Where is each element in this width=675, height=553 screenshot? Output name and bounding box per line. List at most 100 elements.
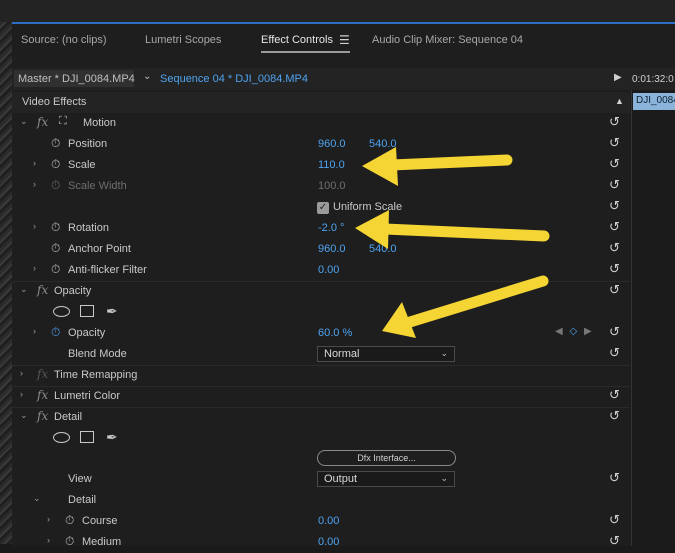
tab-source[interactable]: Source: (no clips) [21, 34, 107, 46]
timeline-clip[interactable]: DJI_0084 [633, 93, 675, 110]
stopwatch-icon[interactable]: ⏱ [51, 262, 60, 277]
uniform-scale-label[interactable]: Uniform Scale [333, 201, 402, 213]
tab-audio-clip-mixer[interactable]: Audio Clip Mixer: Sequence 04 [372, 34, 523, 46]
chevron-down-icon: ⌄ [440, 473, 448, 483]
ellipse-mask-icon[interactable] [53, 432, 70, 443]
collapse-up-icon[interactable]: ▲ [615, 96, 624, 106]
course-value[interactable]: 0.00 [318, 515, 339, 527]
property-label: View [68, 473, 92, 485]
effect-row-time-remapping[interactable]: › fx Time Remapping [12, 365, 630, 386]
transform-icon[interactable]: ⛶ [59, 115, 67, 128]
reset-icon[interactable]: ↺ [609, 198, 620, 214]
sequence-clip-label[interactable]: Sequence 04 * DJI_0084.MP4 [160, 73, 308, 85]
reset-icon[interactable]: ↺ [609, 387, 620, 403]
window-top-bar [0, 0, 675, 22]
fx-toggle-icon[interactable]: fx [37, 115, 48, 129]
position-y-value[interactable]: 540.0 [369, 138, 397, 150]
fx-toggle-icon[interactable]: fx [37, 283, 48, 297]
reset-icon[interactable]: ↺ [609, 470, 620, 486]
effect-row-lumetri-color[interactable]: › fx Lumetri Color ↺ [12, 386, 630, 407]
expand-chevron-icon[interactable]: › [33, 326, 36, 336]
play-icon[interactable]: ▶ [614, 72, 622, 83]
mask-tools-detail: ✒ [12, 428, 630, 449]
property-scale-width: › ⏱ Scale Width 100.0 ↺ [12, 176, 630, 197]
anti-flicker-value[interactable]: 0.00 [318, 264, 339, 276]
scale-value[interactable]: 110.0 [318, 159, 345, 171]
effect-row-opacity[interactable]: ⌄ fx Opacity ↺ [12, 281, 630, 302]
chevron-down-icon[interactable]: ⌄ [143, 71, 151, 82]
reset-icon[interactable]: ↺ [609, 345, 620, 361]
expand-chevron-icon[interactable]: › [33, 158, 36, 168]
rectangle-mask-icon[interactable] [80, 305, 94, 317]
reset-icon[interactable]: ↺ [609, 512, 620, 528]
anchor-x-value[interactable]: 960.0 [318, 243, 346, 255]
reset-icon[interactable]: ↺ [609, 156, 620, 172]
reset-icon[interactable]: ↺ [609, 135, 620, 151]
rotation-value[interactable]: -2.0 ° [318, 222, 344, 234]
add-keyframe-icon[interactable]: ◇ [569, 326, 577, 337]
expand-chevron-icon[interactable]: › [33, 179, 36, 189]
reset-icon[interactable]: ↺ [609, 240, 620, 256]
previous-keyframe-icon[interactable]: ◀ [555, 326, 563, 337]
panel-menu-icon[interactable]: ☰ [339, 33, 350, 47]
tab-effect-controls[interactable]: Effect Controls [261, 34, 333, 46]
tab-lumetri-scopes[interactable]: Lumetri Scopes [145, 34, 221, 46]
reset-icon[interactable]: ↺ [609, 282, 620, 298]
effect-row-detail[interactable]: ⌄ fx Detail ↺ [12, 407, 630, 428]
expand-chevron-icon[interactable]: ⌄ [20, 116, 28, 127]
position-x-value[interactable]: 960.0 [318, 138, 346, 150]
property-label: Scale Width [68, 180, 127, 192]
expand-chevron-icon[interactable]: › [33, 263, 36, 273]
expand-chevron-icon[interactable]: › [33, 221, 36, 231]
reset-icon[interactable]: ↺ [609, 324, 620, 340]
source-selector-bar: Master * DJI_0084.MP4 ⌄ Sequence 04 * DJ… [12, 68, 675, 90]
opacity-value[interactable]: 60.0 % [318, 327, 352, 339]
fx-toggle-icon[interactable]: fx [37, 388, 48, 402]
group-detail[interactable]: ⌄ Detail [12, 490, 630, 511]
anchor-y-value[interactable]: 540.0 [369, 243, 397, 255]
stopwatch-icon[interactable]: ⏱ [65, 534, 74, 549]
medium-value[interactable]: 0.00 [318, 536, 339, 548]
pen-mask-icon[interactable]: ✒ [106, 303, 118, 320]
reset-icon[interactable]: ↺ [609, 177, 620, 193]
property-label: Course [82, 515, 118, 527]
expand-chevron-icon[interactable]: ⌄ [33, 493, 41, 504]
view-dropdown[interactable]: Output ⌄ [317, 471, 455, 487]
property-anti-flicker: › ⏱ Anti-flicker Filter 0.00 ↺ [12, 260, 630, 281]
expand-chevron-icon[interactable]: ⌄ [20, 410, 28, 421]
expand-chevron-icon[interactable]: ⌄ [20, 284, 28, 295]
reset-icon[interactable]: ↺ [609, 261, 620, 277]
property-label: Medium [82, 536, 122, 548]
blend-mode-dropdown[interactable]: Normal ⌄ [317, 346, 455, 362]
rectangle-mask-icon[interactable] [80, 431, 94, 443]
pen-mask-icon[interactable]: ✒ [106, 429, 118, 446]
expand-chevron-icon[interactable]: › [20, 368, 23, 378]
property-rotation: › ⏱ Rotation -2.0 ° ↺ [12, 218, 630, 239]
stopwatch-icon[interactable]: ⏱ [65, 513, 74, 528]
expand-chevron-icon[interactable]: › [20, 389, 23, 399]
effect-properties: Video Effects ▲ ⌄ fx ⛶ Motion ↺ ⏱ Positi… [12, 92, 630, 549]
reset-icon[interactable]: ↺ [609, 114, 620, 130]
timecode: 0:01:32:0 [632, 74, 674, 85]
next-keyframe-icon[interactable]: ▶ [584, 326, 592, 337]
reset-icon[interactable]: ↺ [609, 533, 620, 549]
expand-chevron-icon[interactable]: › [47, 514, 50, 524]
fx-toggle-icon[interactable]: fx [37, 409, 48, 423]
uniform-scale-checkbox[interactable]: ✓ [317, 202, 329, 214]
mini-timeline[interactable]: DJI_0084 [631, 90, 675, 546]
dfx-interface-button[interactable]: Dfx Interface... [317, 450, 456, 466]
reset-icon[interactable]: ↺ [609, 219, 620, 235]
stopwatch-icon[interactable]: ⏱ [51, 241, 60, 256]
reset-icon[interactable]: ↺ [609, 408, 620, 424]
ellipse-mask-icon[interactable] [53, 306, 70, 317]
stopwatch-icon[interactable]: ⏱ [51, 325, 60, 340]
property-label: Position [68, 138, 108, 150]
effect-row-motion[interactable]: ⌄ fx ⛶ Motion ↺ [12, 113, 630, 134]
property-label: Anti-flicker Filter [68, 264, 147, 276]
stopwatch-icon[interactable]: ⏱ [51, 136, 60, 151]
master-clip-label[interactable]: Master * DJI_0084.MP4 [18, 73, 135, 85]
stopwatch-icon[interactable]: ⏱ [51, 220, 60, 235]
stopwatch-icon[interactable]: ⏱ [51, 157, 60, 172]
property-label: Blend Mode [68, 348, 127, 360]
property-label: Opacity [68, 327, 106, 339]
